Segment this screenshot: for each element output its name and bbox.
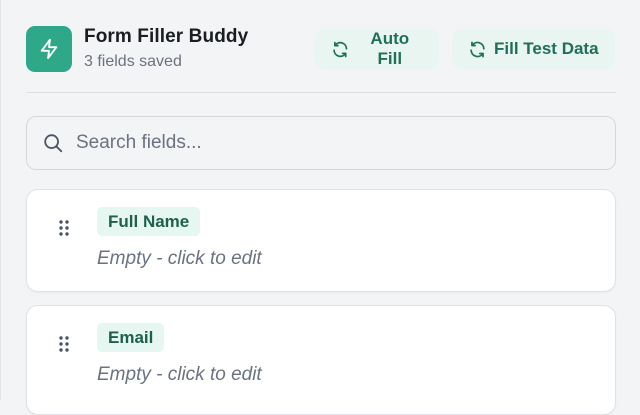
header: Form Filler Buddy 3 fields saved Auto Fi… [26,26,615,72]
search-icon [44,134,63,153]
extension-popup: Form Filler Buddy 3 fields saved Auto Fi… [0,0,640,415]
app-title: Form Filler Buddy [84,26,249,47]
field-label-tag: Full Name [97,207,201,236]
fields-saved-count: 3 fields saved [84,53,182,70]
field-value[interactable]: Empty - click to edit [97,364,262,386]
refresh-icon [333,41,348,57]
app-logo [26,26,72,72]
refresh-icon [470,41,485,57]
drag-handle-icon[interactable] [58,219,70,237]
field-label-tag: Email [97,323,165,352]
field-card[interactable]: Email Empty - click to edit [26,305,616,415]
fill-test-data-button[interactable]: Fill Test Data [452,29,615,69]
search-input[interactable] [74,131,578,155]
drag-handle-icon[interactable] [58,335,70,353]
field-card[interactable]: Full Name Empty - click to edit [26,189,616,292]
auto-fill-button[interactable]: Auto Fill [315,29,439,69]
auto-fill-label: Auto Fill [370,29,410,68]
lightning-bolt-icon [40,38,58,60]
fill-test-data-label: Fill Test Data [494,39,599,58]
search-box[interactable] [26,116,616,170]
header-divider [26,92,616,93]
field-value[interactable]: Empty - click to edit [97,248,262,270]
